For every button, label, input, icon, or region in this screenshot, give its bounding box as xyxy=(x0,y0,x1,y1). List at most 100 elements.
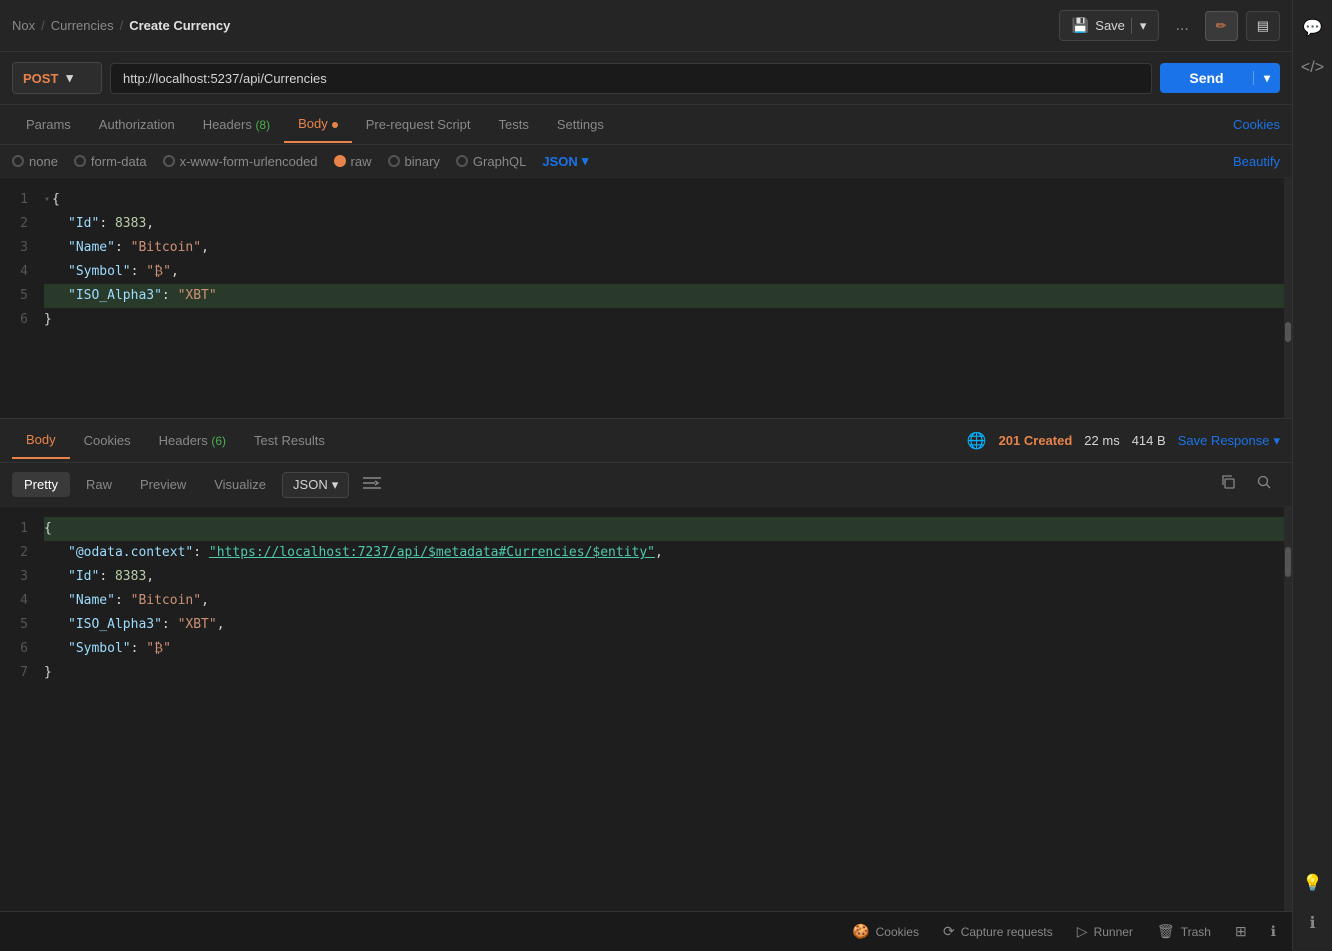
save-dropdown-arrow[interactable]: ▾ xyxy=(1131,18,1147,34)
bottom-bar: 🍪 Cookies ⟳ Capture requests ▷ Runner 🗑 … xyxy=(0,911,1292,951)
resp-line-1: { xyxy=(44,517,1284,541)
radio-urlencoded[interactable]: x-www-form-urlencoded xyxy=(163,154,318,169)
request-bar: POST ▾ Send ▾ xyxy=(0,52,1292,105)
val-iso: "XBT" xyxy=(178,284,217,308)
radio-raw-circle xyxy=(334,155,346,167)
tab-headers[interactable]: Headers (8) xyxy=(189,107,284,142)
resp-json-label: JSON xyxy=(293,477,328,492)
sidebar-bulb-icon[interactable]: 💡 xyxy=(1297,867,1329,899)
editor-scrollbar-thumb[interactable] xyxy=(1285,322,1291,342)
resp-scrollbar[interactable] xyxy=(1284,507,1292,911)
send-arrow[interactable]: ▾ xyxy=(1253,71,1280,85)
beautify-button[interactable]: Beautify xyxy=(1233,154,1280,169)
search-button[interactable] xyxy=(1248,469,1280,500)
rln-4: 4 xyxy=(8,589,28,613)
collapse-icon[interactable]: ▾ xyxy=(44,188,50,212)
code-content[interactable]: ▾ { "Id" : 8383 , "Name" : "Bitcoin" , xyxy=(36,178,1292,418)
resp-tab-test-results[interactable]: Test Results xyxy=(240,423,339,458)
request-tabs-bar: Params Authorization Headers (8) Body Pr… xyxy=(0,105,1292,145)
send-button[interactable]: Send ▾ xyxy=(1160,63,1280,93)
more-options-button[interactable]: ... xyxy=(1167,13,1196,39)
rln-5: 5 xyxy=(8,613,28,637)
cookies-link[interactable]: Cookies xyxy=(1233,117,1280,132)
tab-pre-request[interactable]: Pre-request Script xyxy=(352,107,485,142)
editor-scrollbar[interactable] xyxy=(1284,178,1292,418)
resp-tab-headers[interactable]: Headers (6) xyxy=(145,423,240,458)
tab-tests[interactable]: Tests xyxy=(485,107,543,142)
trash-icon: 🗑 xyxy=(1157,923,1175,940)
fmt-tab-raw[interactable]: Raw xyxy=(74,472,124,497)
resp-code-content[interactable]: { "@odata.context" : "https://localhost:… xyxy=(36,507,1292,911)
resp-line-7: } xyxy=(44,661,1284,685)
breadcrumb-part1: Nox xyxy=(12,18,35,33)
save-icon: 💾 xyxy=(1072,17,1089,34)
save-response-button[interactable]: Save Response ▾ xyxy=(1178,433,1280,449)
response-size: 414 B xyxy=(1132,433,1166,448)
resp-tab-body[interactable]: Body xyxy=(12,422,70,459)
doc-icon: ▤ xyxy=(1257,18,1269,33)
breadcrumb-current: Create Currency xyxy=(129,18,230,33)
trash-button[interactable]: 🗑 Trash xyxy=(1157,923,1211,940)
json-format-selector[interactable]: JSON ▾ xyxy=(542,153,588,169)
radio-graphql[interactable]: GraphQL xyxy=(456,154,526,169)
doc-button[interactable]: ▤ xyxy=(1246,11,1280,41)
breadcrumb-sep2: / xyxy=(120,18,124,33)
runner-icon: ▷ xyxy=(1077,923,1088,940)
radio-form-data[interactable]: form-data xyxy=(74,154,147,169)
status-badge: 201 Created xyxy=(999,433,1073,448)
save-response-label: Save Response xyxy=(1178,433,1270,448)
key-symbol: "Symbol" xyxy=(68,260,131,284)
response-code[interactable]: 1 2 3 4 5 6 7 { "@odata.context" : xyxy=(0,507,1292,911)
method-selector[interactable]: POST ▾ xyxy=(12,62,102,94)
fmt-tab-pretty[interactable]: Pretty xyxy=(12,472,70,497)
capture-label: Capture requests xyxy=(961,925,1053,939)
info-button[interactable]: ℹ xyxy=(1271,923,1276,940)
resp-odata-link[interactable]: "https://localhost:7237/api/$metadata#Cu… xyxy=(209,541,655,565)
tab-body[interactable]: Body xyxy=(284,106,352,143)
ln-6: 6 xyxy=(8,308,28,332)
tab-settings[interactable]: Settings xyxy=(543,107,618,142)
resp-headers-count: (6) xyxy=(211,434,226,448)
tab-authorization[interactable]: Authorization xyxy=(85,107,189,142)
radio-raw[interactable]: raw xyxy=(334,154,372,169)
code-line-3: "Name" : "Bitcoin" , xyxy=(44,236,1284,260)
capture-requests[interactable]: ⟳ Capture requests xyxy=(943,923,1053,940)
wrap-button[interactable] xyxy=(353,471,391,498)
fmt-tab-preview[interactable]: Preview xyxy=(128,472,198,497)
request-code-editor[interactable]: 1 2 3 4 5 6 ▾ { "Id" : 8383 , xyxy=(0,178,1292,418)
cookies-bottom-label: Cookies xyxy=(876,925,919,939)
response-json-selector[interactable]: JSON ▾ xyxy=(282,472,349,498)
resp-line-2: "@odata.context" : "https://localhost:72… xyxy=(44,541,1284,565)
code-line-1: ▾ { xyxy=(44,188,1284,212)
resp-scrollbar-thumb[interactable] xyxy=(1285,547,1291,577)
resp-json-arrow: ▾ xyxy=(332,477,339,493)
capture-icon: ⟳ xyxy=(943,923,955,940)
resp-tab-cookies[interactable]: Cookies xyxy=(70,423,145,458)
json-format-arrow: ▾ xyxy=(582,153,589,169)
url-input[interactable] xyxy=(110,63,1152,94)
copy-button[interactable] xyxy=(1212,469,1244,500)
radio-none[interactable]: none xyxy=(12,154,58,169)
sidebar-chat-icon[interactable]: 💬 xyxy=(1297,12,1329,44)
open-brace: { xyxy=(52,188,60,212)
radio-graphql-label: GraphQL xyxy=(473,154,526,169)
resp-line-3: "Id" : 8383 , xyxy=(44,565,1284,589)
save-button[interactable]: 💾 Save ▾ xyxy=(1059,10,1160,41)
radio-binary[interactable]: binary xyxy=(388,154,440,169)
runner-button[interactable]: ▷ Runner xyxy=(1077,923,1133,940)
ln-5: 5 xyxy=(8,284,28,308)
body-dot xyxy=(332,122,338,128)
main-content: Nox / Currencies / Create Currency 💾 Sav… xyxy=(0,0,1292,951)
fmt-tab-visualize[interactable]: Visualize xyxy=(202,472,278,497)
sidebar-info-icon[interactable]: ℹ xyxy=(1297,907,1329,939)
save-response-arrow: ▾ xyxy=(1273,433,1280,449)
edit-button[interactable]: ✏ xyxy=(1205,11,1238,41)
tab-params[interactable]: Params xyxy=(12,107,85,142)
code-line-5: "ISO_Alpha3" : "XBT" xyxy=(44,284,1284,308)
key-iso: "ISO_Alpha3" xyxy=(68,284,162,308)
body-type-bar: none form-data x-www-form-urlencoded raw… xyxy=(0,145,1292,178)
add-workspace-button[interactable]: ⊞ xyxy=(1235,923,1247,940)
response-time: 22 ms xyxy=(1084,433,1119,448)
sidebar-code-icon[interactable]: </> xyxy=(1297,52,1329,84)
cookies-bottom[interactable]: 🍪 Cookies xyxy=(852,923,919,940)
